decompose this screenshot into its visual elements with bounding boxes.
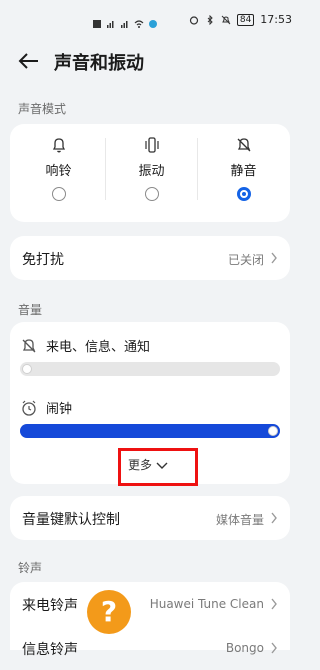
chevron-right-icon [271,512,277,524]
more-button[interactable]: 更多 [128,456,168,473]
sound-mode-card: 响铃 振动 静音 [10,124,290,222]
radio-ring[interactable] [51,187,66,201]
mode-label: 响铃 [45,164,72,179]
signal-icon-2 [120,14,130,28]
wifi-icon [134,14,144,28]
call-ringtone-value: Huawei Tune Clean [149,597,264,611]
message-ringtone-title: 信息铃声 [22,642,78,658]
bluetooth-icon [205,14,215,25]
alarm-volume-fill [20,424,280,438]
radio-vibrate[interactable] [144,187,159,201]
ringtone-card: 来电铃声 Huawei Tune Clean 信息铃声 Bongo [10,582,290,658]
more-label: 更多 [128,458,153,472]
battery-indicator: 84 [236,13,255,26]
silent-icon [221,15,231,25]
call-volume-label-row: 来电、信息、通知 [20,336,150,355]
app-header: 声音和振动 [0,40,300,80]
alarm-volume-slider[interactable] [20,424,280,438]
radio-silent[interactable] [236,187,251,201]
chevron-down-icon [156,462,168,469]
call-ringtone-title: 来电铃声 [22,598,78,614]
alarm-icon [189,15,199,25]
dnd-title: 免打扰 [22,252,64,268]
bell-icon [50,136,68,154]
alarm-clock-icon [22,400,36,416]
dnd-row[interactable]: 免打扰 已关闭 [10,236,290,280]
message-ringtone-row[interactable]: 信息铃声 Bongo [10,626,290,670]
volume-key-row[interactable]: 音量键默认控制 媒体音量 [10,496,290,540]
bell-off-icon [22,338,36,352]
signal-icon [106,14,116,28]
help-question-icon[interactable]: ? [87,590,131,634]
volume-key-value: 媒体音量 [215,513,264,527]
sim-icon [92,14,102,28]
status-bar: 84 17:53 [0,0,300,40]
chevron-right-icon [271,598,277,610]
section-label-volume: 音量 [18,303,43,317]
mode-label: 静音 [230,164,257,179]
alarm-volume-thumb[interactable] [268,426,278,436]
call-volume-slider[interactable] [20,362,280,376]
status-left-icons [92,14,158,28]
message-ringtone-value: Bongo [225,641,264,655]
call-volume-thumb[interactable] [22,364,32,374]
mode-silent[interactable]: 静音 [197,136,290,210]
chevron-right-icon [271,642,277,654]
vibrate-icon [143,136,161,154]
chevron-right-icon [271,252,277,264]
mode-vibrate[interactable]: 振动 [105,136,198,210]
call-volume-label: 来电、信息、通知 [46,340,151,355]
dnd-value: 已关闭 [227,253,264,267]
alarm-volume-label-row: 闹钟 [20,398,72,417]
section-label-ringtone: 铃声 [18,561,43,575]
call-ringtone-row[interactable]: 来电铃声 Huawei Tune Clean [10,582,290,626]
alarm-volume-label: 闹钟 [46,402,73,417]
section-label-mode: 声音模式 [18,102,67,116]
status-time: 17:53 [260,13,292,26]
mode-ring[interactable]: 响铃 [12,136,105,210]
mode-label: 振动 [138,164,165,179]
back-arrow-icon[interactable] [18,52,40,70]
nfc-icon [148,14,158,28]
status-right: 84 17:53 [189,13,292,26]
volume-key-title: 音量键默认控制 [22,512,120,528]
bell-off-icon [235,136,253,154]
page-title: 声音和振动 [54,53,144,74]
